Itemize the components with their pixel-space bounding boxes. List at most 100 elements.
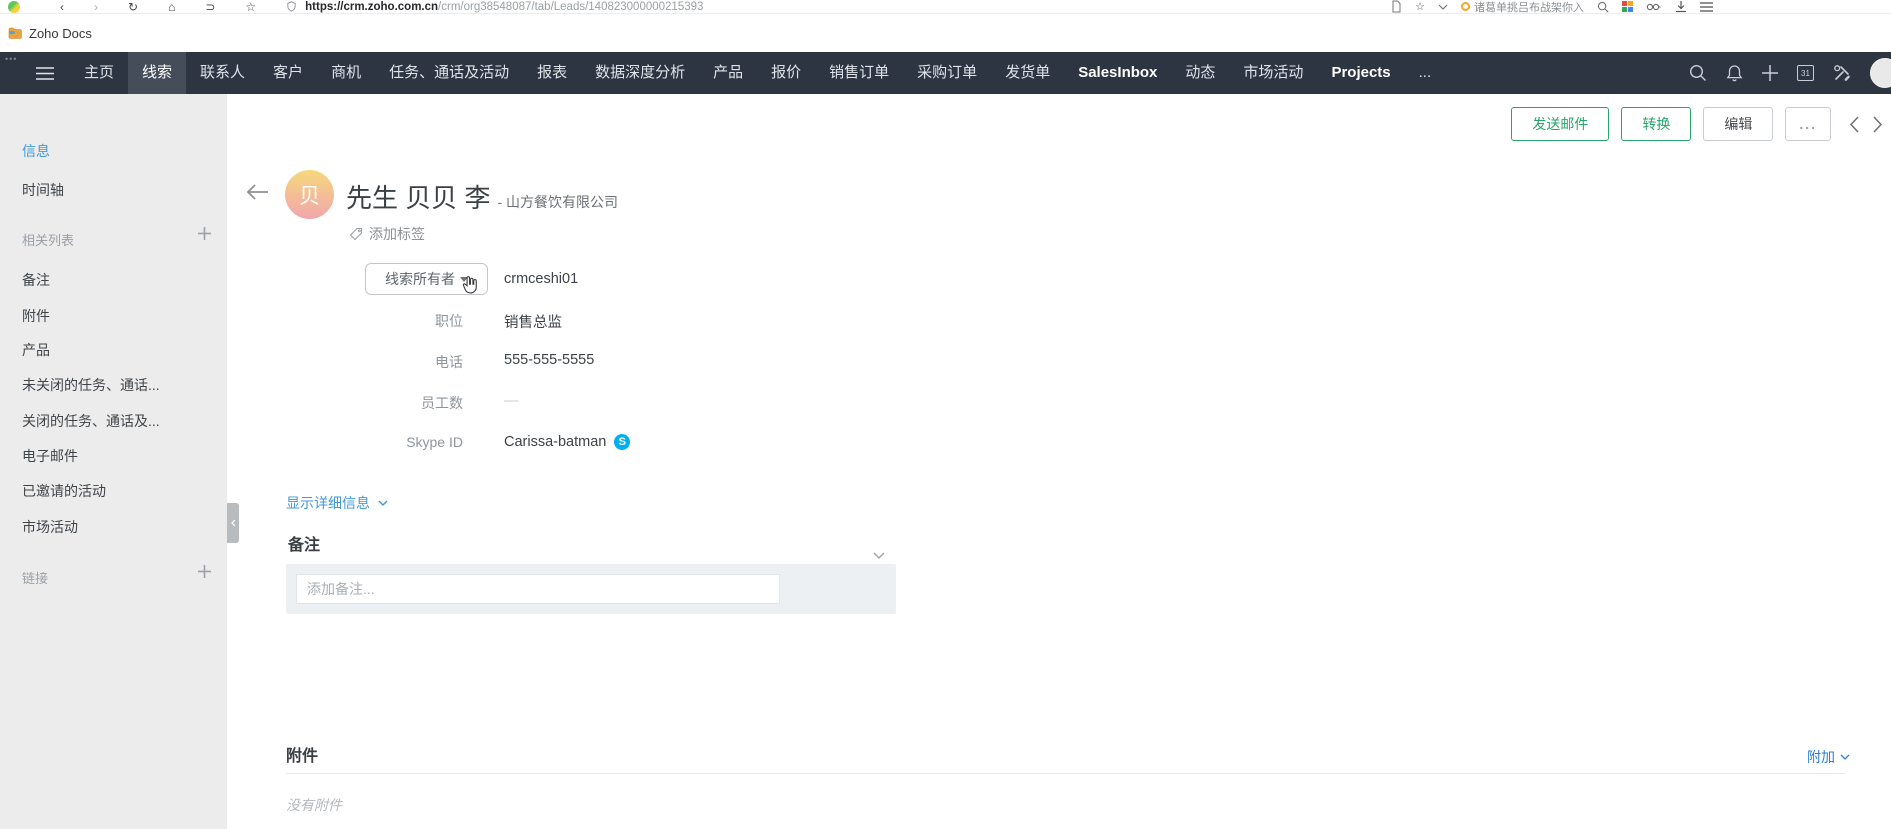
bookmark-label[interactable]: Zoho Docs [29,26,92,41]
sidebar-item-campaigns[interactable]: 市场活动 [22,517,78,537]
browser-refresh-icon[interactable]: ↻ [128,0,138,13]
tab-purchase-orders[interactable]: 采购订单 [903,52,991,94]
tab-quotes[interactable]: 报价 [757,52,815,94]
show-details-link[interactable]: 显示详细信息 [286,493,388,513]
tab-projects[interactable]: Projects [1317,52,1404,94]
browser-reader-icon[interactable]: ⊃ [205,0,215,13]
sidebar-item-closed-activities[interactable]: 关闭的任务、通话及... [22,411,160,431]
field-value-skype[interactable]: Carissa-batman S [504,434,631,450]
sidebar-item-open-activities[interactable]: 未关闭的任务、通话... [22,375,160,395]
add-related-list-icon[interactable] [198,227,212,241]
record-actions: 发送邮件 转换 编辑 ... [1511,107,1883,141]
proxy-icon[interactable] [1646,1,1662,13]
sidebar-item-attachments[interactable]: 附件 [22,306,50,326]
browser-logo-icon [8,0,20,13]
hamburger-menu-icon[interactable] [36,66,54,80]
next-record-icon[interactable] [1872,115,1883,134]
search-icon[interactable] [1689,64,1707,82]
toolbar-dropdown-icon[interactable] [1438,4,1448,10]
tab-feeds[interactable]: 动态 [1171,52,1229,94]
notes-compose-area [286,564,896,614]
browser-back-icon[interactable]: ‹ [60,0,64,13]
bookmark-star-icon[interactable]: ☆ [1415,0,1425,13]
tab-contacts[interactable]: 联系人 [186,52,259,94]
sidebar-item-info[interactable]: 信息 [22,141,50,161]
tab-salesinbox[interactable]: SalesInbox [1064,52,1171,94]
tab-invoices[interactable]: 发货单 [991,52,1064,94]
related-list-header: 相关列表 [22,233,75,248]
calendar-day: 31 [1801,68,1810,78]
sidebar-item-timeline[interactable]: 时间轴 [22,180,64,200]
setup-tools-icon[interactable] [1833,64,1851,82]
add-note-input[interactable] [296,574,780,604]
tab-more[interactable]: ... [1405,52,1446,94]
more-actions-button[interactable]: ... [1785,107,1831,141]
browser-menu-icon[interactable] [1700,1,1713,12]
tab-analytics[interactable]: 数据深度分析 [581,52,699,94]
user-avatar[interactable] [1870,58,1891,88]
notes-collapse-icon[interactable] [873,546,885,564]
sidebar-item-products[interactable]: 产品 [22,340,50,360]
quick-create-plus-icon[interactable] [1762,65,1778,81]
add-tag-label: 添加标签 [369,226,425,242]
tab-activities[interactable]: 任务、通话及活动 [375,52,523,94]
tab-home[interactable]: 主页 [70,52,128,94]
tab-reports[interactable]: 报表 [523,52,581,94]
back-arrow-icon[interactable] [246,182,269,207]
url-bar[interactable]: https://crm.zoho.com.cn/crm/org38548087/… [305,1,703,13]
sidebar-item-emails[interactable]: 电子邮件 [22,446,78,466]
attach-file-link[interactable]: 附加 [1807,747,1850,767]
tab-sales-orders[interactable]: 销售订单 [815,52,903,94]
skype-icon[interactable]: S [614,434,631,450]
record-sidebar: 信息 时间轴 相关列表 备注 附件 产品 未关闭的任务、通话... 关闭的任务、… [0,94,227,829]
add-link-icon[interactable] [198,565,212,579]
notes-section-heading: 备注 [288,537,321,554]
screen: ‹ › ↻ ⌂ ⊃ ☆ https://crm.zoho.com.cn/crm/… [0,0,1891,829]
attachments-section-heading: 附件 [286,748,319,765]
field-label-title: 职位 [435,313,463,329]
tab-deals[interactable]: 商机 [317,52,375,94]
skype-id-text: Carissa-batman [504,434,607,450]
send-mail-button[interactable]: 发送邮件 [1511,107,1610,141]
apps-grid-icon[interactable] [1622,1,1633,12]
links-header: 链接 [22,571,49,586]
previous-record-icon[interactable] [1849,115,1860,134]
notifications-bell-icon[interactable] [1726,64,1743,82]
tab-campaigns[interactable]: 市场活动 [1229,52,1317,94]
browser-promo[interactable]: 诸葛单挑吕布战架你入 [1461,0,1584,13]
field-value-title[interactable]: 销售总监 [504,311,562,332]
folder-icon [8,27,22,39]
tab-leads[interactable]: 线索 [128,52,187,94]
url-path: /crm/org38548087/tab/Leads/1408230000002… [438,0,704,13]
chevron-down-icon [378,500,388,506]
browser-search-icon[interactable] [1597,1,1609,13]
browser-favorite-icon[interactable]: ☆ [245,0,256,13]
field-value-employees[interactable]: — [504,393,519,409]
field-label-skype: Skype ID [406,434,463,450]
lead-owner-dropdown[interactable]: 线索所有者 [365,263,488,295]
field-value-phone[interactable]: 555-555-5555 [504,352,594,368]
add-tag-link[interactable]: 添加标签 [349,224,425,244]
save-page-icon[interactable] [1390,0,1402,13]
lead-company: - 山方餐饮有限公司 [497,194,619,210]
download-icon[interactable] [1675,0,1687,13]
sidebar-item-invited-events[interactable]: 已邀请的活动 [22,481,106,501]
lead-avatar-initial: 贝 [299,184,320,208]
lead-avatar[interactable]: 贝 [285,170,334,219]
lead-owner-label: 线索所有者 [385,271,455,287]
attach-file-label: 附加 [1807,749,1835,765]
browser-forward-icon[interactable]: › [94,0,98,13]
sidebar-collapse-handle[interactable] [227,503,239,543]
edit-button[interactable]: 编辑 [1703,107,1774,141]
bookmarks-bar: Zoho Docs [0,14,1891,52]
tab-products[interactable]: 产品 [699,52,757,94]
browser-home-icon[interactable]: ⌂ [168,0,175,13]
convert-button[interactable]: 转换 [1621,107,1692,141]
calendar-icon[interactable]: 31 [1797,65,1814,81]
navbar-dots: ••• [5,54,18,64]
site-security-icon[interactable] [286,1,297,12]
attachments-empty-text: 没有附件 [286,797,342,813]
lead-owner-value[interactable]: crmceshi01 [504,271,578,287]
sidebar-item-notes[interactable]: 备注 [22,270,50,290]
tab-accounts[interactable]: 客户 [259,52,317,94]
